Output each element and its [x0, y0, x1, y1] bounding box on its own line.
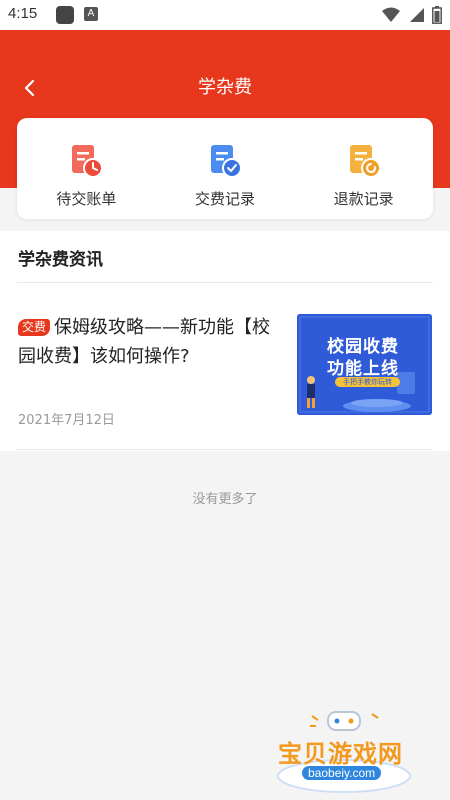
news-item[interactable]: 交费 保姆级攻略——新功能【校园收费】该如何操作? 2021年7月12日 校园收费…	[0, 313, 450, 433]
status-icons	[382, 6, 442, 24]
thumbnail-line2: 功能上线	[327, 359, 399, 379]
battery-icon	[432, 6, 442, 24]
divider	[17, 449, 433, 450]
payment-records-label: 交费记录	[195, 190, 256, 208]
watermark-text: 宝贝游戏网	[278, 740, 403, 768]
news-thumbnail: 校园收费 功能上线 手把手教你玩转	[297, 314, 432, 415]
pending-bills-button[interactable]: 待交账单	[17, 118, 156, 219]
news-section: 学杂费资讯 交费 保姆级攻略——新功能【校园收费】该如何操作? 2021年7月12…	[0, 231, 450, 451]
payment-records-button[interactable]: 交费记录	[156, 118, 295, 219]
quick-actions-card: 待交账单 交费记录 退款记录	[17, 118, 433, 219]
app-icon	[56, 6, 74, 24]
a-icon: A	[84, 7, 98, 21]
refund-records-button[interactable]: 退款记录	[294, 118, 433, 219]
wifi-icon	[382, 7, 400, 22]
refund-records-label: 退款记录	[333, 190, 394, 208]
news-title: 交费 保姆级攻略——新功能【校园收费】该如何操作?	[18, 313, 286, 371]
refund-record-icon	[349, 145, 381, 178]
payment-record-icon	[211, 145, 242, 178]
watermark-url: baobeiy.com	[302, 766, 382, 780]
no-more-text: 没有更多了	[192, 492, 258, 507]
status-time: 4:15	[8, 5, 38, 22]
pending-bill-icon	[72, 145, 104, 178]
section-title: 学杂费资讯	[18, 250, 103, 270]
news-date: 2021年7月12日	[18, 413, 115, 428]
news-title-text: 保姆级攻略——新功能【校园收费】该如何操作?	[18, 317, 271, 367]
thumbnail-badge: 手把手教你玩转	[335, 377, 400, 387]
news-tag: 交费	[18, 319, 51, 336]
status-bar: 4:15 A	[0, 0, 450, 30]
page-title: 学杂费	[198, 77, 252, 98]
divider	[17, 282, 433, 283]
pending-bills-label: 待交账单	[56, 190, 117, 208]
watermark-logo: 宝贝游戏网 baobeiy.com	[272, 706, 422, 796]
signal-icon	[410, 8, 424, 22]
